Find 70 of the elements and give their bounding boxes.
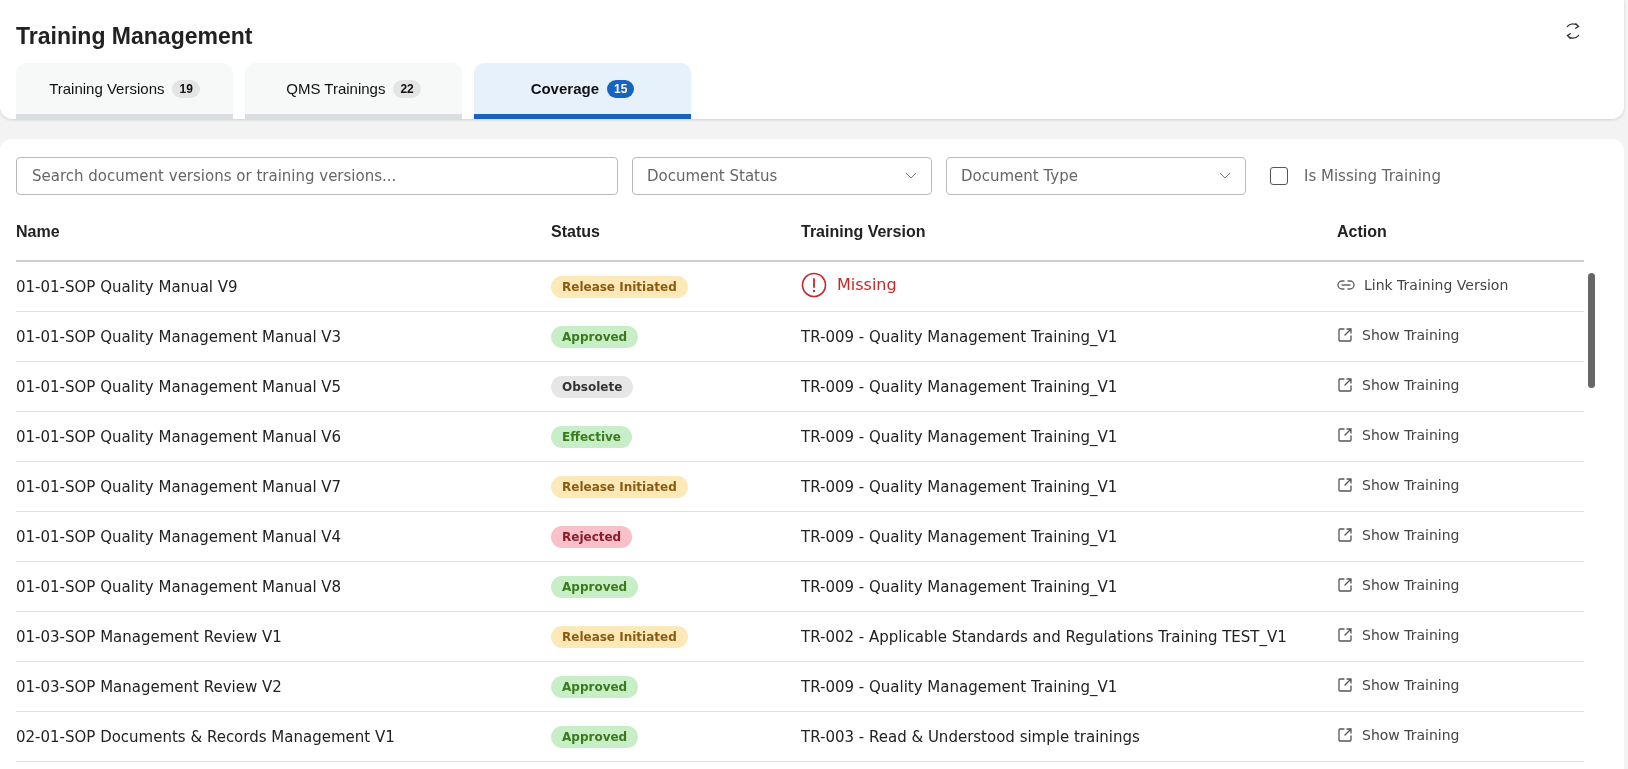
table-cell: 01-01-SOP Quality Management Manual V8	[16, 577, 342, 596]
column-header: Training Version	[801, 223, 927, 241]
column-header: Name	[16, 223, 61, 241]
checkbox[interactable]	[1270, 167, 1288, 185]
tab[interactable]: Training Versions 19	[16, 63, 233, 119]
external-link-icon	[1337, 326, 1353, 343]
table-cell: 01-01-SOP Quality Management Manual V3	[16, 327, 342, 346]
chevron-down-icon	[905, 172, 917, 180]
missing-label: Missing	[837, 275, 897, 294]
table-cell: TR-002 - Applicable Standards and Regulations Training TEST_V1	[801, 627, 1287, 646]
action-link[interactable]: Show Training	[1337, 526, 1460, 543]
action-link[interactable]: Show Training	[1337, 676, 1460, 693]
link-icon	[1337, 278, 1355, 292]
action-link[interactable]: Show Training	[1337, 376, 1460, 393]
checkbox-label[interactable]: Is Missing Training	[1304, 167, 1441, 185]
external-link-icon	[1337, 676, 1353, 693]
search-field[interactable]: Search document versions or training versions...	[16, 157, 618, 195]
type-dropdown[interactable]: Document Type	[946, 157, 1246, 195]
table-cell: 01-01-SOP Quality Management Manual V7	[16, 477, 342, 496]
action-link[interactable]: Show Training	[1337, 576, 1460, 593]
action-link[interactable]: Link Training Version	[1337, 277, 1509, 293]
status-badge: Approved	[551, 675, 639, 698]
action-link[interactable]: Show Training	[1337, 426, 1460, 443]
status-badge: Release Initiated	[551, 275, 688, 298]
tab[interactable]: Coverage 15	[474, 63, 691, 119]
table-cell: TR-009 - Quality Management Training_V1	[801, 677, 1118, 696]
chevron-down-icon	[1219, 172, 1231, 180]
page-title: Training Management	[16, 23, 253, 50]
external-link-icon	[1337, 476, 1353, 493]
table-cell: 02-01-SOP Documents & Records Management V1	[16, 727, 395, 746]
count-badge: 22	[393, 79, 421, 98]
count-badge: 15	[607, 79, 635, 98]
table-cell: TR-009 - Quality Management Training_V1	[801, 427, 1118, 446]
action-link[interactable]: Show Training	[1337, 326, 1460, 343]
external-link-icon	[1337, 576, 1353, 593]
table-cell: 01-03-SOP Management Review V2	[16, 677, 282, 696]
status-badge: Obsolete	[551, 375, 634, 398]
external-link-icon	[1337, 626, 1353, 643]
table-cell: 01-01-SOP Quality Manual V9	[16, 277, 238, 296]
table-cell: TR-003 - Read & Understood simple trainings	[801, 727, 1140, 746]
table-cell: 01-01-SOP Quality Management Manual V4	[16, 527, 342, 546]
status-badge: Release Initiated	[551, 625, 688, 648]
status-badge: Approved	[551, 325, 639, 348]
column-header: Action	[1337, 223, 1388, 241]
action-link[interactable]: Show Training	[1337, 726, 1460, 743]
status-badge: Effective	[551, 425, 632, 448]
warning-icon	[801, 271, 827, 298]
external-link-icon	[1337, 426, 1353, 443]
table-cell: TR-009 - Quality Management Training_V1	[801, 527, 1118, 546]
table-cell: 01-03-SOP Management Review V1	[16, 627, 282, 646]
external-link-icon	[1337, 376, 1353, 393]
external-link-icon	[1337, 526, 1353, 543]
tab[interactable]: QMS Trainings 22	[245, 63, 462, 119]
status-badge: Rejected	[551, 525, 633, 548]
column-header: Status	[551, 223, 601, 241]
status-badge: Approved	[551, 725, 639, 748]
table-cell: TR-009 - Quality Management Training_V1	[801, 477, 1118, 496]
status-badge: Release Initiated	[551, 475, 688, 498]
external-link-icon	[1337, 726, 1353, 743]
table-cell: 01-01-SOP Quality Management Manual V5	[16, 377, 342, 396]
scrollbar[interactable]	[1588, 273, 1595, 388]
action-link[interactable]: Show Training	[1337, 476, 1460, 493]
count-badge: 19	[172, 79, 200, 98]
table-cell: TR-009 - Quality Management Training_V1	[801, 577, 1118, 596]
status-dropdown[interactable]: Document Status	[632, 157, 932, 195]
action-link[interactable]: Show Training	[1337, 626, 1460, 643]
status-badge: Approved	[551, 575, 639, 598]
table-cell: TR-009 - Quality Management Training_V1	[801, 377, 1118, 396]
table-cell: TR-009 - Quality Management Training_V1	[801, 327, 1118, 346]
table-cell: 01-01-SOP Quality Management Manual V6	[16, 427, 342, 446]
